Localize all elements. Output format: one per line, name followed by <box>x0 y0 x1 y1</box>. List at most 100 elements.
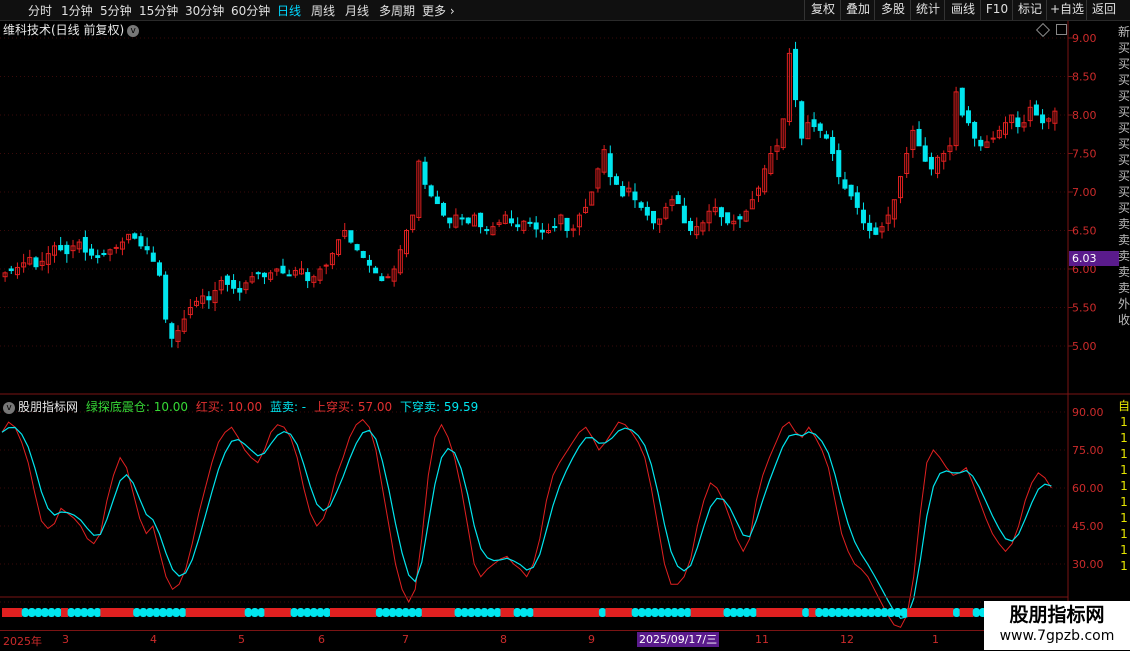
candle-body <box>1003 122 1009 135</box>
candle-body <box>21 262 27 268</box>
candle-body <box>1027 106 1033 122</box>
adjust-button[interactable]: 复权 <box>804 0 841 20</box>
candle-body <box>552 226 558 229</box>
candle-body <box>768 153 774 175</box>
period-tab-60min[interactable]: 60分钟 <box>231 2 270 19</box>
candle-body <box>366 259 372 266</box>
signal-bar-cyan <box>664 608 672 617</box>
period-tab-1min[interactable]: 1分钟 <box>61 2 93 19</box>
candle-body <box>113 246 119 249</box>
price-tick-label: 8.00 <box>1072 109 1097 122</box>
candle-body <box>688 220 694 231</box>
window-toggle-icon[interactable] <box>1056 24 1067 35</box>
signal-bar-red <box>211 608 220 617</box>
period-tab-weekly[interactable]: 周线 <box>311 2 335 19</box>
signal-bar-red <box>710 608 718 617</box>
candle-body <box>502 214 508 224</box>
price-tick-label: 7.50 <box>1072 148 1097 161</box>
period-tab-daily[interactable]: 日线 <box>277 2 301 19</box>
signal-bar-cyan <box>251 608 259 617</box>
candle-body <box>64 244 70 255</box>
candle-body <box>805 122 811 140</box>
candle-body <box>360 251 366 258</box>
candle-body <box>669 199 675 206</box>
signal-bar-cyan <box>461 608 469 617</box>
candle-body <box>644 206 650 216</box>
signal-bar-cyan <box>730 608 738 617</box>
candle-body <box>700 222 706 232</box>
candle-body <box>70 245 76 252</box>
signal-bar-cyan <box>172 608 180 617</box>
candle-body <box>823 134 829 139</box>
signal-bar-red <box>198 608 206 617</box>
period-tab-multi[interactable]: 多周期 <box>379 2 415 19</box>
date-label: 9 <box>588 633 595 646</box>
signal-bar-cyan <box>257 608 265 617</box>
signal-bar-red <box>270 608 279 617</box>
indicator-field-red-buy: 红买: 10.00 <box>195 400 263 414</box>
signal-bar-cyan <box>41 608 49 617</box>
candle-body <box>416 160 422 218</box>
chevron-down-icon[interactable]: v <box>3 401 15 414</box>
indicator-field-cross-up: 上穿买: 57.00 <box>313 400 393 414</box>
period-tab-minute-chart[interactable]: 分时 <box>28 2 52 19</box>
period-tab-5min[interactable]: 5分钟 <box>100 2 132 19</box>
cursor-date-highlight: 2025/09/17/三 <box>637 632 720 647</box>
candle-body <box>749 199 755 210</box>
multi-stock-button[interactable]: 多股 <box>874 0 911 20</box>
signal-bar-cyan <box>133 608 141 617</box>
candle-body <box>1021 122 1027 128</box>
indicator-name: 股朋指标网 <box>18 400 79 414</box>
candle-body <box>830 136 836 154</box>
signal-bar-red <box>2 608 10 617</box>
candle-body <box>27 256 33 265</box>
signal-bar-cyan <box>821 608 830 617</box>
candle-body <box>1009 114 1015 124</box>
signal-bar-cyan <box>408 608 416 617</box>
candle-body <box>249 276 255 283</box>
signal-bar-red <box>579 608 587 617</box>
candle-body <box>138 236 144 247</box>
candle-body <box>786 52 792 123</box>
candle-body <box>793 48 799 101</box>
indicator-tick-label: 90.00 <box>1072 406 1104 419</box>
indicator-field-cross-down: 下穿卖: 59.59 <box>400 400 479 414</box>
period-tab-15min[interactable]: 15分钟 <box>139 2 178 19</box>
watermark-logo: 股朋指标网 www.7gpzb.com <box>984 601 1130 650</box>
side-panel-indicator-text: 自1111111111 <box>1118 399 1130 573</box>
chevron-down-icon[interactable]: v <box>127 24 140 37</box>
signal-bar-cyan <box>93 608 101 617</box>
diamond-icon[interactable] <box>1035 22 1051 38</box>
period-tab-monthly[interactable]: 月线 <box>345 2 369 19</box>
candle-body <box>947 145 953 153</box>
candle-body <box>898 176 904 199</box>
signal-bar-cyan <box>159 608 167 617</box>
signal-bar-cyan <box>152 608 161 617</box>
candle-body <box>910 129 916 151</box>
mark-button[interactable]: 标记 <box>1012 0 1047 20</box>
draw-line-button[interactable]: 画线 <box>944 0 981 20</box>
candle-body <box>206 296 212 301</box>
period-tab-more[interactable]: 更多 › <box>422 2 455 19</box>
f10-button[interactable]: F10 <box>980 0 1013 20</box>
candle-body <box>286 274 292 277</box>
candle-body <box>978 139 984 147</box>
period-tab-30min[interactable]: 30分钟 <box>185 2 224 19</box>
signal-bar-red <box>500 608 508 617</box>
signal-bar-cyan <box>526 608 534 617</box>
indicator-tick-label: 75.00 <box>1072 444 1104 457</box>
signal-bar-cyan <box>723 608 731 617</box>
candle-body <box>311 276 317 283</box>
chart-title-text: 维科技术(日线 前复权) <box>3 23 125 37</box>
overlay-button[interactable]: 叠加 <box>840 0 875 20</box>
back-button[interactable]: 返回 <box>1086 0 1121 20</box>
price-tick-label: 6.50 <box>1072 225 1097 238</box>
signal-bar-red <box>769 608 777 617</box>
candle-body <box>638 202 644 208</box>
candle-body <box>317 268 323 281</box>
candle-body <box>428 185 434 197</box>
signal-bar-cyan <box>953 608 961 617</box>
stats-button[interactable]: 统计 <box>910 0 945 20</box>
add-watchlist-button[interactable]: +自选 <box>1046 0 1087 20</box>
candle-body <box>564 217 570 232</box>
